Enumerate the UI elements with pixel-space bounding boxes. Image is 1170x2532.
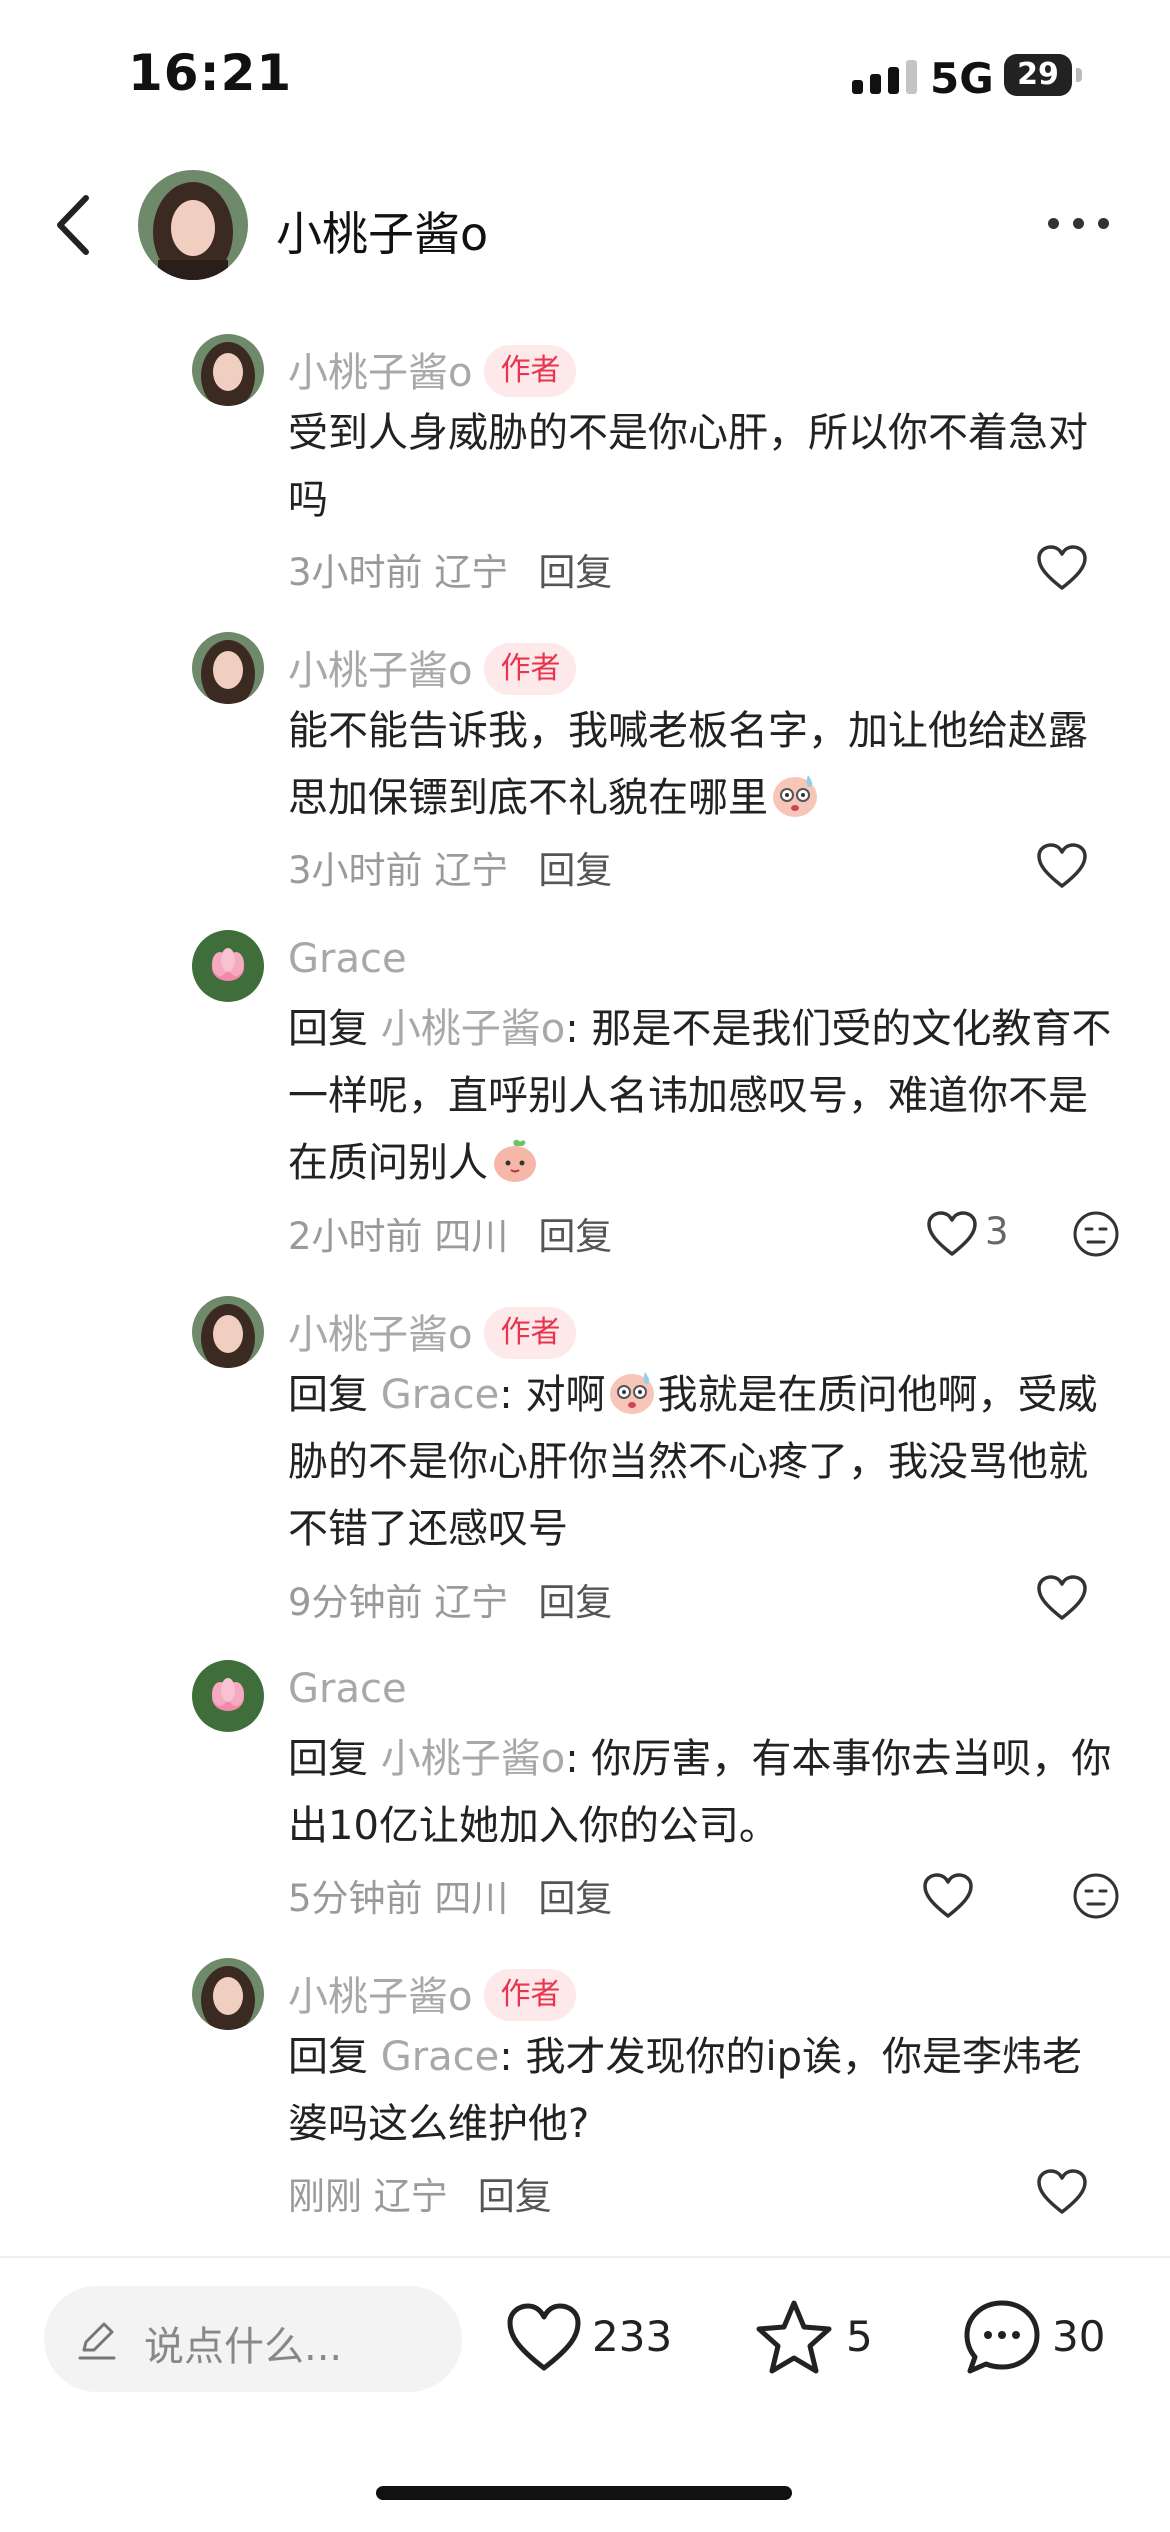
comment-location: 辽宁 — [373, 2175, 448, 2218]
commenter-name[interactable]: Grace — [288, 936, 407, 982]
more-options-icon[interactable] — [1048, 218, 1109, 229]
commenter-name[interactable]: 小桃子酱o 作者 — [288, 1302, 577, 1363]
commenter-name[interactable]: 小桃子酱o 作者 — [288, 340, 577, 401]
reply-target-name[interactable]: Grace — [381, 1372, 500, 1418]
home-indicator[interactable] — [376, 2486, 792, 2500]
comment-text: 回复 小桃子酱o: 那是不是我们受的文化教育不一样呢，直呼别人名讳加感叹号，难道… — [288, 1006, 1112, 1186]
dislike-face-icon[interactable] — [1072, 1210, 1120, 1258]
comment-input-placeholder[interactable]: 说点什么... — [144, 2314, 342, 2372]
like-count: 3 — [985, 1210, 1009, 1253]
comment-time: 2小时前 — [288, 1215, 423, 1258]
back-arrow-icon[interactable] — [46, 190, 106, 260]
commenter-avatar[interactable] — [192, 334, 264, 406]
reply-target-name[interactable]: 小桃子酱o — [381, 1006, 565, 1052]
comment-count: 30 — [1052, 2312, 1106, 2361]
comment-time: 5分钟前 — [288, 1877, 423, 1920]
like-heart-icon[interactable] — [1036, 1574, 1088, 1622]
comment-meta: 2小时前 四川 回复 — [288, 1206, 612, 1260]
like-heart-icon[interactable] — [1036, 544, 1088, 592]
bottom-divider — [0, 2256, 1170, 2258]
like-heart-icon[interactable] — [506, 2302, 582, 2374]
commenter-name[interactable]: 小桃子酱o 作者 — [288, 1964, 577, 2025]
battery-cap — [1076, 68, 1082, 82]
sweat-emoji-icon — [610, 1372, 655, 1414]
star-count: 5 — [846, 2312, 873, 2361]
author-badge: 作者 — [484, 643, 577, 695]
comment-meta: 9分钟前 辽宁 回复 — [288, 1572, 612, 1626]
comment-location: 四川 — [434, 1215, 509, 1258]
author-badge: 作者 — [484, 1969, 577, 2021]
battery-icon: 29 — [1004, 54, 1072, 96]
comment-meta: 刚刚 辽宁 回复 — [288, 2166, 552, 2220]
reply-button[interactable]: 回复 — [538, 849, 612, 892]
reply-target-name[interactable]: 小桃子酱o — [381, 1736, 565, 1782]
like-heart-icon[interactable] — [926, 1210, 978, 1258]
comment-location: 四川 — [434, 1877, 509, 1920]
comment-meta: 3小时前 辽宁 回复 — [288, 840, 612, 894]
comment-meta: 3小时前 辽宁 回复 — [288, 542, 612, 596]
comment-text: 回复 Grace: 对啊 我就是在质问他啊，受威胁的不是你心肝你当然不心疼了，我没… — [288, 1362, 1118, 1563]
commenter-avatar[interactable] — [192, 1958, 264, 2030]
author-badge: 作者 — [484, 345, 577, 397]
commenter-name[interactable]: 小桃子酱o 作者 — [288, 638, 577, 699]
comment-text: 能不能告诉我，我喊老板名字，加让他给赵露思加保镖到底不礼貌在哪里 — [288, 708, 1088, 821]
page-title: 小桃子酱o — [276, 207, 489, 261]
reply-button[interactable]: 回复 — [538, 551, 612, 594]
pen-icon — [78, 2322, 116, 2360]
comment-text: 回复 Grace: 我才发现你的ip诶，你是李炜老婆吗这么维护他? — [288, 2034, 1082, 2147]
comment-location: 辽宁 — [434, 849, 509, 892]
comment-location: 辽宁 — [434, 1581, 509, 1624]
reply-button[interactable]: 回复 — [538, 1877, 612, 1920]
commenter-avatar[interactable] — [192, 1296, 264, 1368]
reply-button[interactable]: 回复 — [538, 1215, 612, 1258]
peach-emoji-icon — [494, 1139, 536, 1182]
reply-button[interactable]: 回复 — [538, 1581, 612, 1624]
comment-time: 刚刚 — [288, 2175, 362, 2218]
like-count: 233 — [592, 2312, 673, 2361]
comment-time: 3小时前 — [288, 849, 423, 892]
author-badge: 作者 — [484, 1307, 577, 1359]
commenter-avatar[interactable] — [192, 930, 264, 1002]
comment-text: 受到人身威胁的不是你心肝，所以你不着急对吗 — [288, 410, 1088, 523]
comment-location: 辽宁 — [434, 551, 509, 594]
comment-time: 3小时前 — [288, 551, 423, 594]
star-icon[interactable] — [754, 2298, 834, 2376]
like-heart-icon[interactable] — [1036, 2168, 1088, 2216]
comment-time: 9分钟前 — [288, 1581, 423, 1624]
comment-bubble-icon[interactable] — [962, 2298, 1042, 2376]
like-heart-icon[interactable] — [1036, 842, 1088, 890]
reply-target-name[interactable]: Grace — [381, 2034, 500, 2080]
dislike-face-icon[interactable] — [1072, 1872, 1120, 1920]
commenter-name[interactable]: Grace — [288, 1666, 407, 1712]
commenter-avatar[interactable] — [192, 632, 264, 704]
reply-button[interactable]: 回复 — [478, 2175, 552, 2218]
commenter-avatar[interactable] — [192, 1660, 264, 1732]
sweat-emoji-icon — [773, 775, 817, 817]
signal-icon — [852, 60, 917, 94]
status-time: 16:21 — [128, 44, 293, 102]
author-avatar[interactable] — [138, 170, 248, 280]
comment-text: 回复 小桃子酱o: 你厉害，有本事你去当呗，你出10亿让她加入你的公司。 — [288, 1736, 1112, 1849]
network-type: 5G — [930, 54, 994, 103]
like-heart-icon[interactable] — [922, 1872, 974, 1920]
comment-meta: 5分钟前 四川 回复 — [288, 1868, 612, 1922]
